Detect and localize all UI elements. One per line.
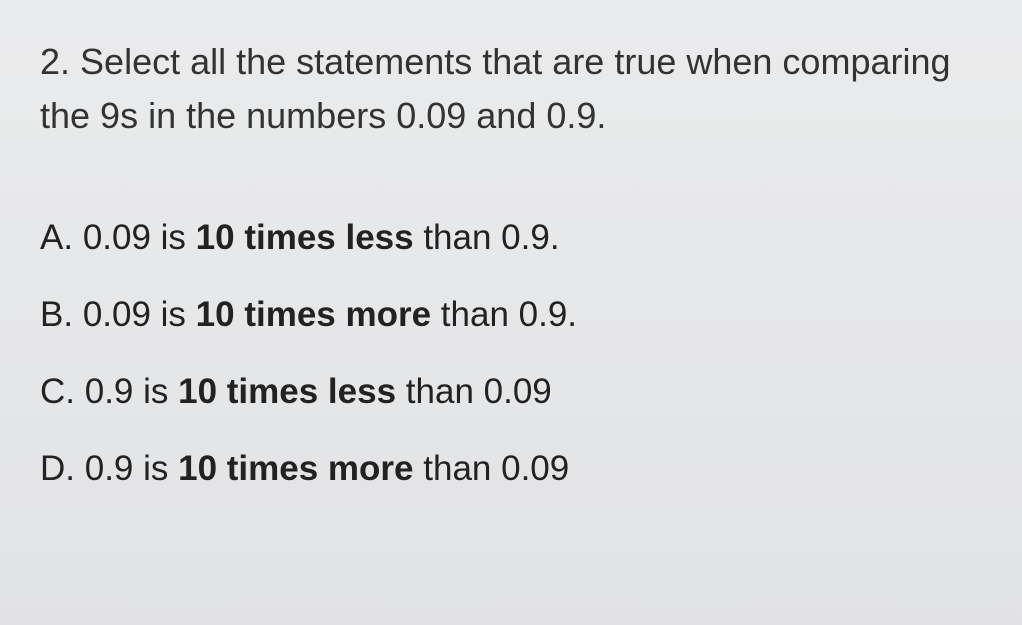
option-letter: A. bbox=[40, 218, 73, 257]
option-text-bold: 10 times more bbox=[178, 449, 413, 488]
option-text-part: 0.09 is bbox=[83, 218, 196, 257]
question-text: Select all the statements that are true … bbox=[40, 41, 951, 136]
option-text-part: than 0.9. bbox=[431, 295, 577, 334]
option-d[interactable]: D. 0.9 is 10 times more than 0.09 bbox=[40, 444, 982, 493]
option-text-part: 0.09 is bbox=[83, 295, 196, 334]
option-text-part: than 0.09 bbox=[396, 372, 552, 411]
option-text-bold: 10 times less bbox=[178, 372, 396, 411]
option-text-part: 0.9 is bbox=[85, 449, 178, 488]
option-b[interactable]: B. 0.09 is 10 times more than 0.9. bbox=[40, 290, 982, 339]
option-text-part: than 0.09 bbox=[414, 449, 570, 488]
option-letter: D. bbox=[40, 449, 75, 488]
question-number: 2. bbox=[40, 41, 70, 82]
option-text-bold: 10 times less bbox=[196, 218, 414, 257]
option-letter: B. bbox=[40, 295, 73, 334]
option-text-part: than 0.9. bbox=[414, 218, 560, 257]
question-prompt: 2. Select all the statements that are tr… bbox=[40, 35, 982, 143]
option-a[interactable]: A. 0.09 is 10 times less than 0.9. bbox=[40, 213, 982, 262]
option-text-part: 0.9 is bbox=[85, 372, 178, 411]
options-list: A. 0.09 is 10 times less than 0.9. B. 0.… bbox=[40, 213, 982, 493]
option-letter: C. bbox=[40, 372, 75, 411]
question-container: 2. Select all the statements that are tr… bbox=[40, 35, 982, 493]
option-text-bold: 10 times more bbox=[196, 295, 431, 334]
option-c[interactable]: C. 0.9 is 10 times less than 0.09 bbox=[40, 367, 982, 416]
